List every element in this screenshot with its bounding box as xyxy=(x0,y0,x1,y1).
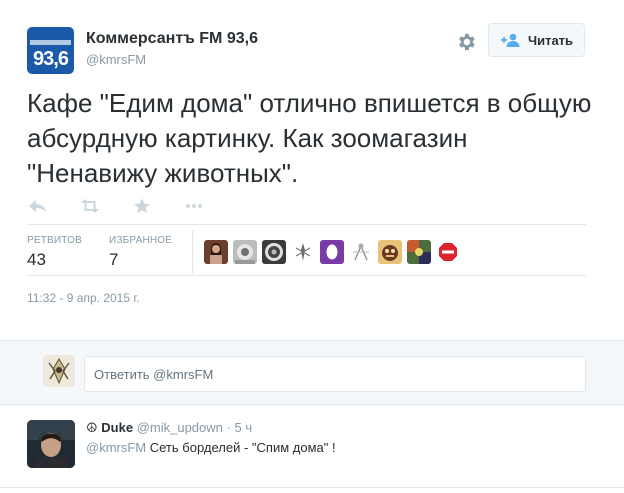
favoriter-avatar[interactable] xyxy=(204,240,228,264)
favoriter-avatar[interactable] xyxy=(320,240,344,264)
bottom-divider xyxy=(0,487,624,488)
reply-author-handle[interactable]: @mik_updown xyxy=(137,420,223,435)
reply-header: ☮ Duke @mik_updown · 5 ч xyxy=(86,420,252,436)
favoriter-avatar[interactable] xyxy=(291,240,315,264)
favoriter-avatar[interactable] xyxy=(378,240,402,264)
more-icon[interactable] xyxy=(183,198,205,214)
stats-separator xyxy=(192,230,193,274)
tweet-text: Кафе "Едим дома" отлично впишется в общу… xyxy=(27,88,592,188)
follow-label: Читать xyxy=(527,32,574,48)
retweet-icon[interactable] xyxy=(79,198,101,214)
follow-button[interactable]: Читать xyxy=(488,23,585,57)
gear-icon[interactable] xyxy=(455,31,477,53)
reply-separator: · xyxy=(226,420,231,435)
reply-input[interactable] xyxy=(84,356,586,392)
favoriter-avatar[interactable] xyxy=(233,240,257,264)
favoriter-avatar[interactable] xyxy=(349,240,373,264)
favoriter-avatar[interactable] xyxy=(436,240,460,264)
tweet-timestamp[interactable]: 11:32 - 9 апр. 2015 г. xyxy=(27,291,140,305)
reply-time[interactable]: 5 ч xyxy=(234,420,252,435)
reply-body: Сеть борделей - "Спим дома" ! xyxy=(149,440,336,455)
favoriter-avatar[interactable] xyxy=(262,240,286,264)
reply-icon[interactable] xyxy=(27,198,49,214)
reply-author-avatar[interactable] xyxy=(27,420,75,468)
avatar-strip xyxy=(30,40,71,45)
favoriter-avatar[interactable] xyxy=(407,240,431,264)
author-handle[interactable]: @kmrsFM xyxy=(86,52,146,67)
favorites-count[interactable]: 7 xyxy=(109,250,118,270)
favorite-icon[interactable] xyxy=(131,198,153,214)
retweets-label: РЕТВИТОВ xyxy=(27,235,83,246)
author-avatar[interactable]: 93,6 xyxy=(27,27,74,74)
reply-author-name[interactable]: ☮ Duke xyxy=(86,420,133,435)
peace-icon: ☮ xyxy=(86,420,98,435)
divider-top xyxy=(27,224,586,225)
reply-text: @kmrsFM Сеть борделей - "Спим дома" ! xyxy=(86,440,336,455)
avatar-logo-text: 93,6 xyxy=(33,48,69,70)
reply-mention[interactable]: @kmrsFM xyxy=(86,440,146,455)
follow-person-icon xyxy=(500,33,520,47)
current-user-avatar[interactable] xyxy=(43,355,75,387)
retweets-count[interactable]: 43 xyxy=(27,250,46,270)
author-name[interactable]: Коммерсантъ FM 93,6 xyxy=(86,30,258,48)
divider-bottom xyxy=(27,275,586,276)
favorites-label: ИЗБРАННОЕ xyxy=(109,235,173,246)
